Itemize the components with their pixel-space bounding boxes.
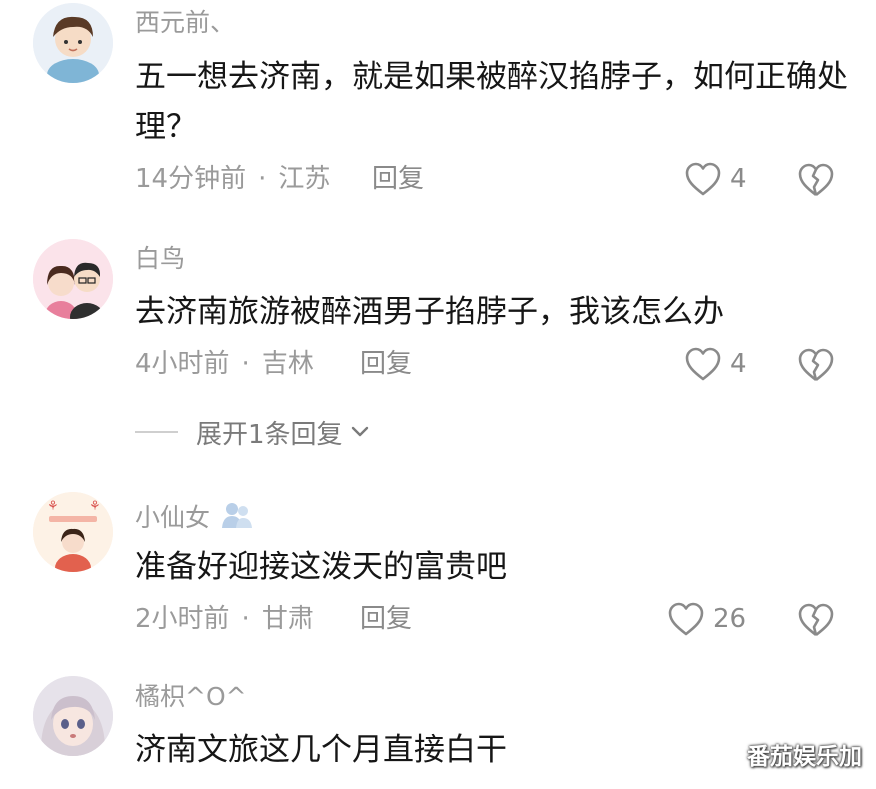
avatar[interactable] xyxy=(33,676,113,756)
avatar[interactable] xyxy=(33,239,113,319)
username[interactable]: 西元前、 xyxy=(135,8,235,38)
avatar[interactable] xyxy=(33,3,113,83)
reply-button[interactable]: 回复 xyxy=(372,163,424,195)
comment-text: 五一想去济南，就是如果被醉汉掐脖子，如何正确处理？ xyxy=(135,59,848,145)
heart-outline-icon xyxy=(685,162,721,196)
username-text: 小仙女 xyxy=(135,503,211,532)
heart-outline-icon xyxy=(668,602,704,636)
like-count: 26 xyxy=(713,604,747,634)
like-button[interactable]: 26 xyxy=(667,599,746,639)
comment-time: 14分钟前 xyxy=(135,164,247,194)
comment-location: 甘肃 xyxy=(261,604,314,634)
comment-time: 2小时前 xyxy=(135,604,230,634)
fans-badge-icon xyxy=(221,503,252,528)
like-button[interactable]: 4 xyxy=(684,159,747,199)
comment-time: 4小时前 xyxy=(135,349,230,379)
broken-heart-icon[interactable] xyxy=(797,601,835,639)
comment-text: 济南文旅这几个月直接白干 xyxy=(135,732,507,768)
meta-separator: · xyxy=(241,604,250,634)
expand-replies-label: 展开1条回复 xyxy=(196,419,343,450)
like-button[interactable]: 4 xyxy=(684,344,747,384)
username[interactable]: 小仙女 xyxy=(135,500,254,533)
svg-text:⚘: ⚘ xyxy=(89,499,101,514)
reply-button[interactable]: 回复 xyxy=(360,348,412,380)
like-count: 4 xyxy=(730,164,747,194)
broken-heart-icon[interactable] xyxy=(797,161,835,199)
comment-meta: 14分钟前 · 江苏 xyxy=(135,163,330,195)
comment-text: 去济南旅游被醉酒男子掐脖子，我该怎么办 xyxy=(135,294,724,330)
svg-text:⚘: ⚘ xyxy=(47,499,59,514)
comment-meta: 2小时前 · 甘肃 xyxy=(135,603,314,635)
username[interactable]: 橘枳^O^ xyxy=(135,682,247,712)
heart-outline-icon xyxy=(685,347,721,381)
watermark: 番茄娱乐加 xyxy=(747,744,862,770)
reply-button[interactable]: 回复 xyxy=(360,603,412,635)
meta-separator: · xyxy=(241,349,250,379)
expand-divider xyxy=(135,431,178,433)
like-count: 4 xyxy=(730,349,747,379)
avatar[interactable]: ⚘ ⚘ xyxy=(33,492,113,572)
expand-replies-button[interactable]: 展开1条回复 xyxy=(135,415,373,450)
comment-location: 江苏 xyxy=(278,164,331,194)
chevron-down-icon xyxy=(351,426,368,437)
meta-separator: · xyxy=(258,164,267,194)
username[interactable]: 白鸟 xyxy=(135,244,185,274)
comment-list: 西元前、 五一想去济南，就是如果被醉汉掐脖子，如何正确处理？ 14分钟前 · 江苏 … xyxy=(0,0,876,789)
broken-heart-icon[interactable] xyxy=(797,346,835,384)
comment-location: 吉林 xyxy=(261,349,314,379)
comment-text: 准备好迎接这泼天的富贵吧 xyxy=(135,549,507,585)
comment-meta: 4小时前 · 吉林 xyxy=(135,348,314,380)
